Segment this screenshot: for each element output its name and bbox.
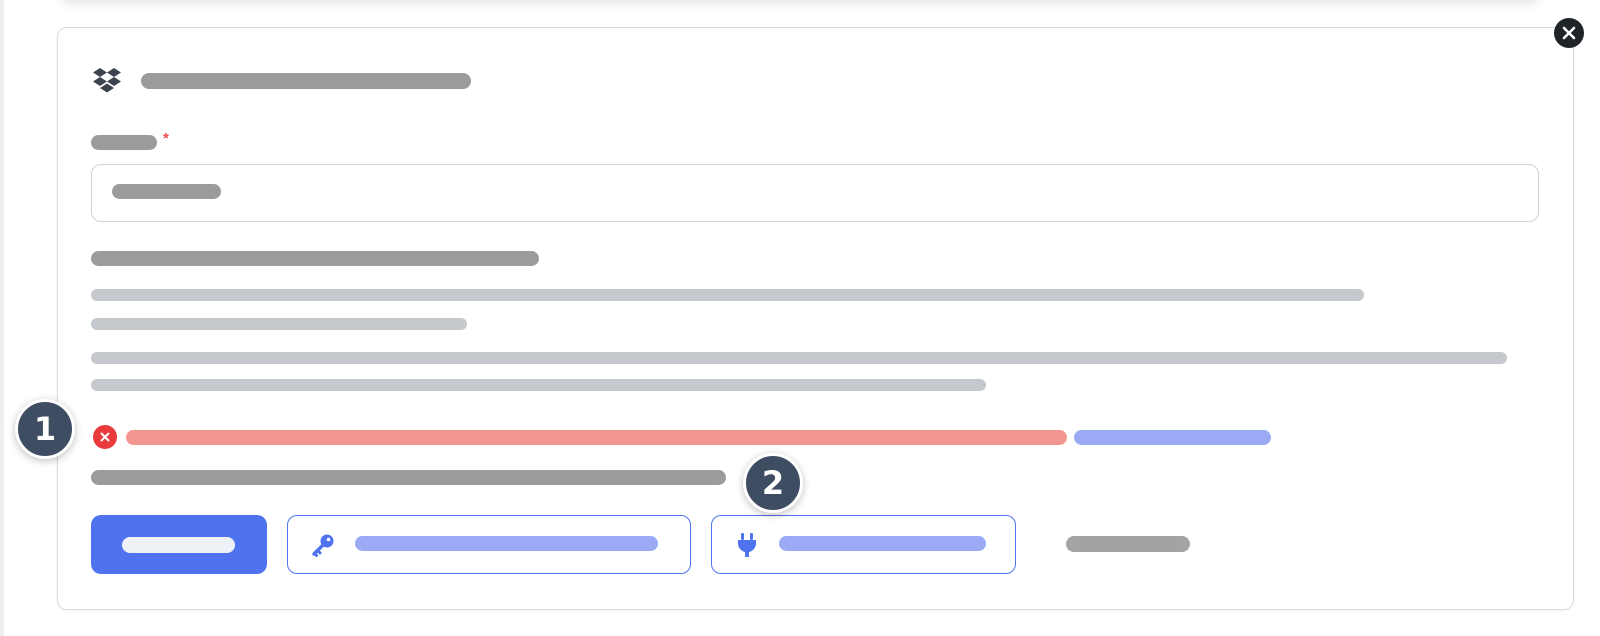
error-x-icon xyxy=(93,425,117,449)
step-badge-2: 2 xyxy=(743,453,803,513)
secondary-link[interactable] xyxy=(1066,536,1190,552)
description-line xyxy=(91,289,1364,301)
description-line xyxy=(91,318,467,330)
plug-icon xyxy=(738,533,756,557)
primary-action-button[interactable] xyxy=(91,515,267,574)
required-marker: * xyxy=(163,130,169,147)
key-icon xyxy=(312,534,334,557)
status-line xyxy=(91,470,726,485)
left-edge xyxy=(0,0,4,636)
credentials-label xyxy=(355,536,658,551)
card-title xyxy=(141,73,471,89)
error-message xyxy=(126,430,1067,445)
dropbox-icon xyxy=(93,68,121,93)
description-line xyxy=(91,379,986,391)
credentials-button[interactable] xyxy=(287,515,691,574)
error-help-link[interactable] xyxy=(1074,430,1271,445)
section-heading xyxy=(91,251,539,266)
description-line xyxy=(91,352,1507,364)
close-button[interactable] xyxy=(1554,18,1584,48)
field-label xyxy=(91,135,157,150)
page: * 1 2 xyxy=(0,0,1600,636)
name-input[interactable] xyxy=(91,164,1539,222)
step-badge-1: 1 xyxy=(15,399,75,459)
close-icon xyxy=(1562,26,1576,40)
connect-button[interactable] xyxy=(711,515,1016,574)
primary-action-label xyxy=(122,537,235,553)
input-value xyxy=(112,184,221,199)
connect-label xyxy=(779,536,986,551)
